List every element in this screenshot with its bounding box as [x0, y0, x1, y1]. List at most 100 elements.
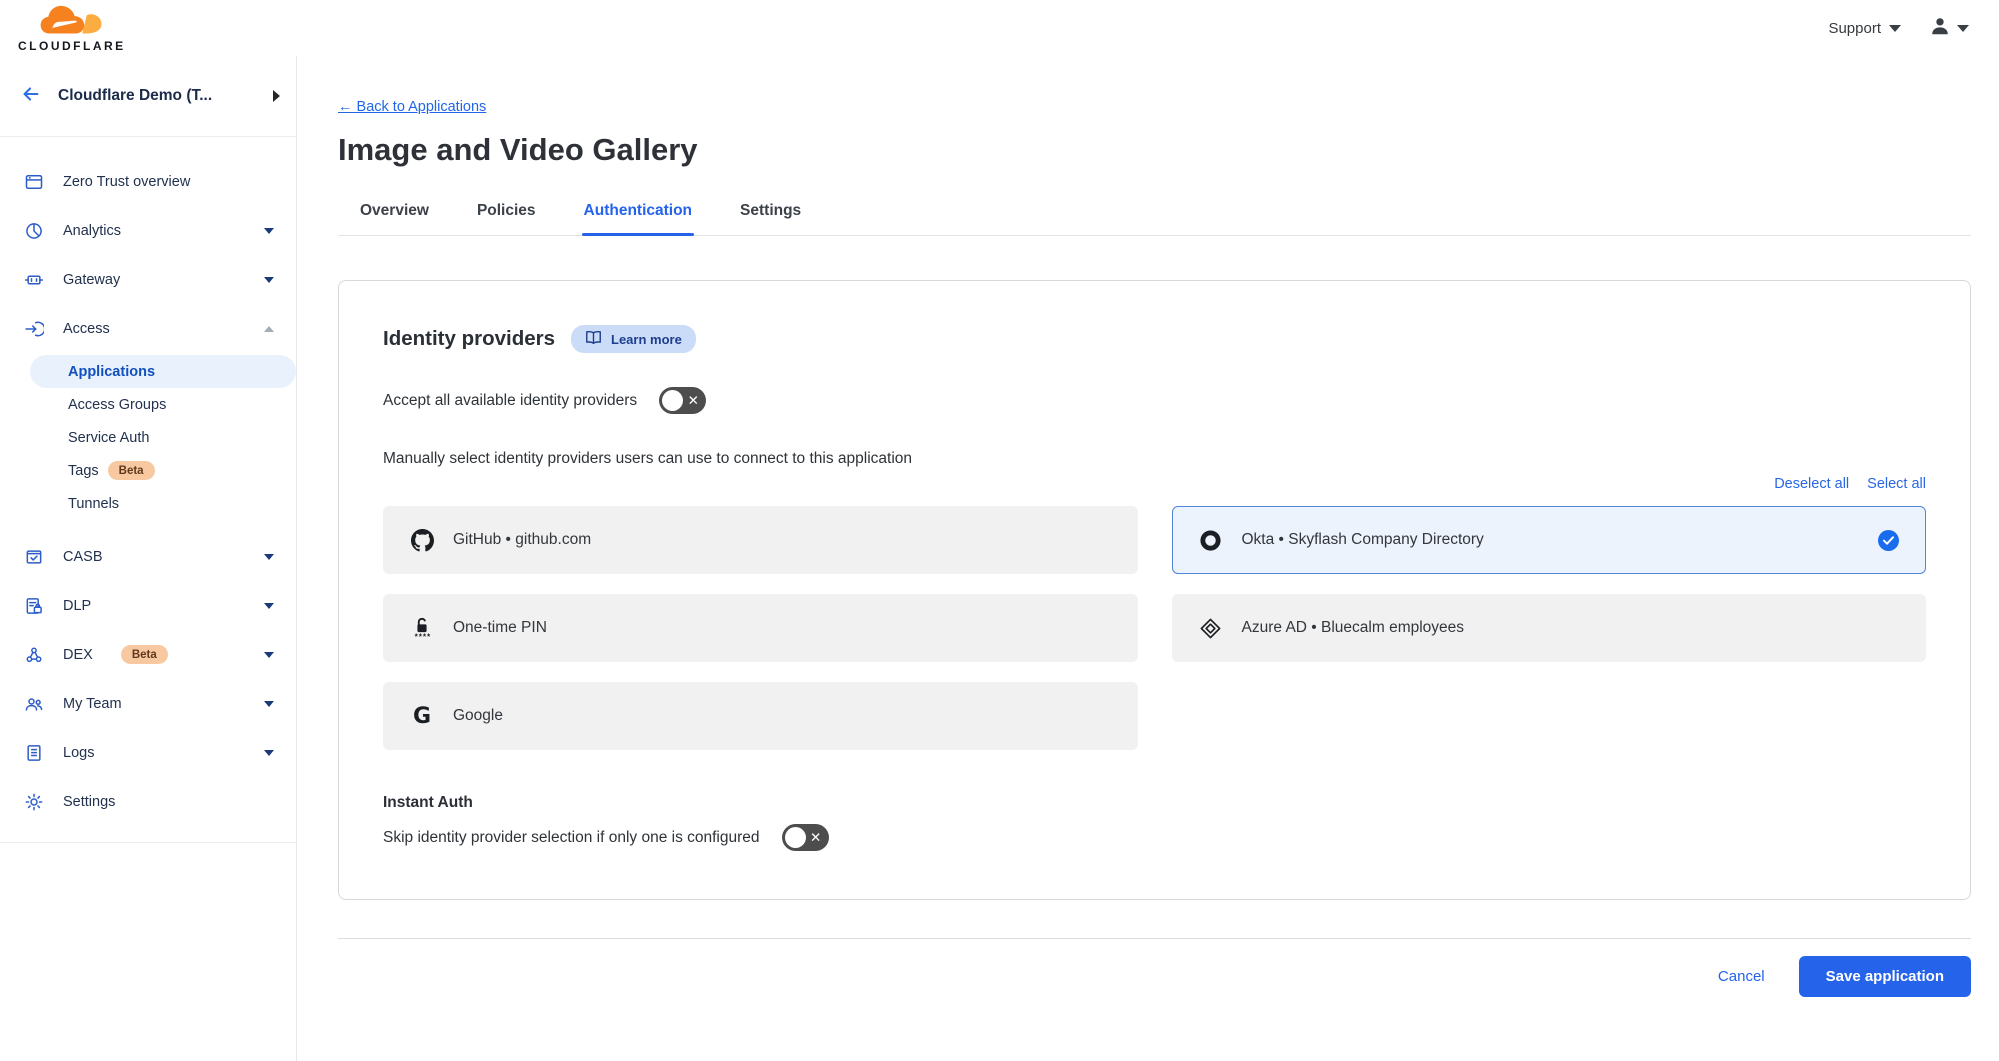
svg-text:****: ****	[415, 632, 432, 640]
toggle-x-icon: ✕	[810, 831, 821, 845]
toggle-knob	[785, 827, 806, 848]
toggle-x-icon: ✕	[688, 394, 699, 408]
access-submenu: Applications Access Groups Service Auth …	[0, 353, 296, 532]
chevron-down-icon	[264, 228, 274, 234]
sidebar-item-service-auth[interactable]: Service Auth	[0, 421, 296, 454]
sidebar-item-settings[interactable]: Settings	[0, 777, 296, 826]
learn-more-label: Learn more	[611, 332, 682, 347]
sidebar-item-analytics[interactable]: Analytics	[0, 206, 296, 255]
sidebar-item-label: Zero Trust overview	[63, 174, 190, 190]
selected-check-icon	[1878, 530, 1899, 551]
sidebar-item-label: DEX	[63, 647, 93, 663]
sidebar: Cloudflare Demo (T... Zero Trust overvie…	[0, 56, 297, 1061]
sidebar-item-label: Logs	[63, 745, 94, 761]
top-header: CLOUDFLARE Support	[0, 0, 1999, 56]
sidebar-item-tags[interactable]: Tags Beta	[0, 454, 296, 487]
sidebar-item-zero-trust-overview[interactable]: Zero Trust overview	[0, 157, 296, 206]
sidebar-item-tunnels[interactable]: Tunnels	[0, 487, 296, 520]
provider-google[interactable]: G Google	[383, 682, 1138, 750]
provider-azure-ad[interactable]: Azure AD • Bluecalm employees	[1172, 594, 1927, 662]
sidebar-item-label: Gateway	[63, 272, 120, 288]
sidebar-item-label: Applications	[68, 364, 155, 380]
inbox-check-icon	[24, 547, 44, 567]
toggle-knob	[662, 390, 683, 411]
sidebar-item-label: Analytics	[63, 223, 121, 239]
sidebar-nav: Zero Trust overview Analytics Gateway	[0, 137, 296, 843]
learn-more-badge[interactable]: Learn more	[571, 325, 696, 353]
chevron-down-icon	[1889, 25, 1901, 32]
provider-label: One-time PIN	[453, 619, 547, 637]
page-title: Image and Video Gallery	[338, 132, 1971, 168]
sidebar-item-casb[interactable]: CASB	[0, 532, 296, 581]
chevron-down-icon	[264, 701, 274, 707]
google-g-icon: G	[410, 704, 434, 729]
provider-label: Google	[453, 707, 503, 725]
sidebar-item-label: Access Groups	[68, 397, 166, 413]
chevron-down-icon	[264, 603, 274, 609]
user-icon	[1929, 15, 1951, 42]
sidebar-item-access-groups[interactable]: Access Groups	[0, 388, 296, 421]
chevron-right-icon[interactable]	[273, 90, 280, 102]
accept-all-toggle[interactable]: ✕	[659, 387, 706, 414]
back-arrow-icon[interactable]	[20, 83, 42, 110]
sidebar-item-label: Service Auth	[68, 430, 149, 446]
identity-providers-card: Identity providers Learn more Accept all…	[338, 280, 1971, 900]
sidebar-divider	[0, 842, 296, 843]
beta-badge: Beta	[121, 645, 168, 664]
chevron-down-icon	[264, 652, 274, 658]
sidebar-item-gateway[interactable]: Gateway	[0, 255, 296, 304]
provider-grid: GitHub • github.com Okta • Skyflash Comp…	[383, 506, 1926, 750]
chevron-down-icon	[1957, 25, 1969, 32]
tab-overview[interactable]: Overview	[358, 194, 431, 235]
gateway-icon	[24, 270, 44, 290]
tab-policies[interactable]: Policies	[475, 194, 538, 235]
provider-github[interactable]: GitHub • github.com	[383, 506, 1138, 574]
sidebar-item-my-team[interactable]: My Team	[0, 679, 296, 728]
sidebar-item-logs[interactable]: Logs	[0, 728, 296, 777]
pie-chart-icon	[24, 221, 44, 241]
gear-icon	[24, 792, 44, 812]
sidebar-item-access[interactable]: Access	[0, 304, 296, 353]
chevron-up-icon	[264, 326, 274, 332]
instant-auth-heading: Instant Auth	[383, 794, 1926, 812]
sidebar-item-applications[interactable]: Applications	[30, 355, 296, 388]
login-arrow-icon	[24, 319, 44, 339]
book-icon	[585, 330, 602, 348]
sidebar-item-label: DLP	[63, 598, 91, 614]
user-menu[interactable]	[1929, 15, 1969, 42]
back-to-applications-link[interactable]: ← Back to Applications	[338, 99, 486, 115]
chevron-down-icon	[264, 554, 274, 560]
chevron-down-icon	[264, 277, 274, 283]
sidebar-item-dex[interactable]: DEX Beta	[0, 630, 296, 679]
tab-authentication[interactable]: Authentication	[582, 194, 695, 235]
cloudflare-logo[interactable]: CLOUDFLARE	[18, 5, 126, 52]
instant-auth-label: Skip identity provider selection if only…	[383, 829, 760, 847]
cloudflare-wordmark: CLOUDFLARE	[18, 40, 126, 52]
instant-auth-toggle[interactable]: ✕	[782, 824, 829, 851]
tab-bar: Overview Policies Authentication Setting…	[338, 194, 1971, 236]
deselect-all-link[interactable]: Deselect all	[1774, 476, 1849, 492]
document-lines-icon	[24, 743, 44, 763]
cancel-button[interactable]: Cancel	[1718, 968, 1765, 985]
select-all-link[interactable]: Select all	[1867, 476, 1926, 492]
azure-ad-icon	[1199, 617, 1223, 640]
github-icon	[410, 529, 434, 552]
sidebar-item-label: Settings	[63, 794, 115, 810]
support-label: Support	[1828, 20, 1881, 37]
okta-icon	[1199, 529, 1223, 552]
account-switcher: Cloudflare Demo (T...	[0, 56, 296, 137]
cloudflare-cloud-icon	[40, 5, 104, 39]
provider-label: GitHub • github.com	[453, 531, 591, 549]
chevron-down-icon	[264, 750, 274, 756]
manual-select-label: Manually select identity providers users…	[383, 450, 1926, 468]
provider-one-time-pin[interactable]: **** One-time PIN	[383, 594, 1138, 662]
sidebar-item-label: Tunnels	[68, 496, 119, 512]
sidebar-item-dlp[interactable]: DLP	[0, 581, 296, 630]
support-menu[interactable]: Support	[1828, 20, 1901, 37]
save-application-button[interactable]: Save application	[1799, 956, 1971, 997]
people-icon	[24, 694, 44, 714]
provider-okta[interactable]: Okta • Skyflash Company Directory	[1172, 506, 1927, 574]
accept-all-label: Accept all available identity providers	[383, 392, 637, 410]
card-title: Identity providers	[383, 327, 555, 351]
tab-settings[interactable]: Settings	[738, 194, 803, 235]
